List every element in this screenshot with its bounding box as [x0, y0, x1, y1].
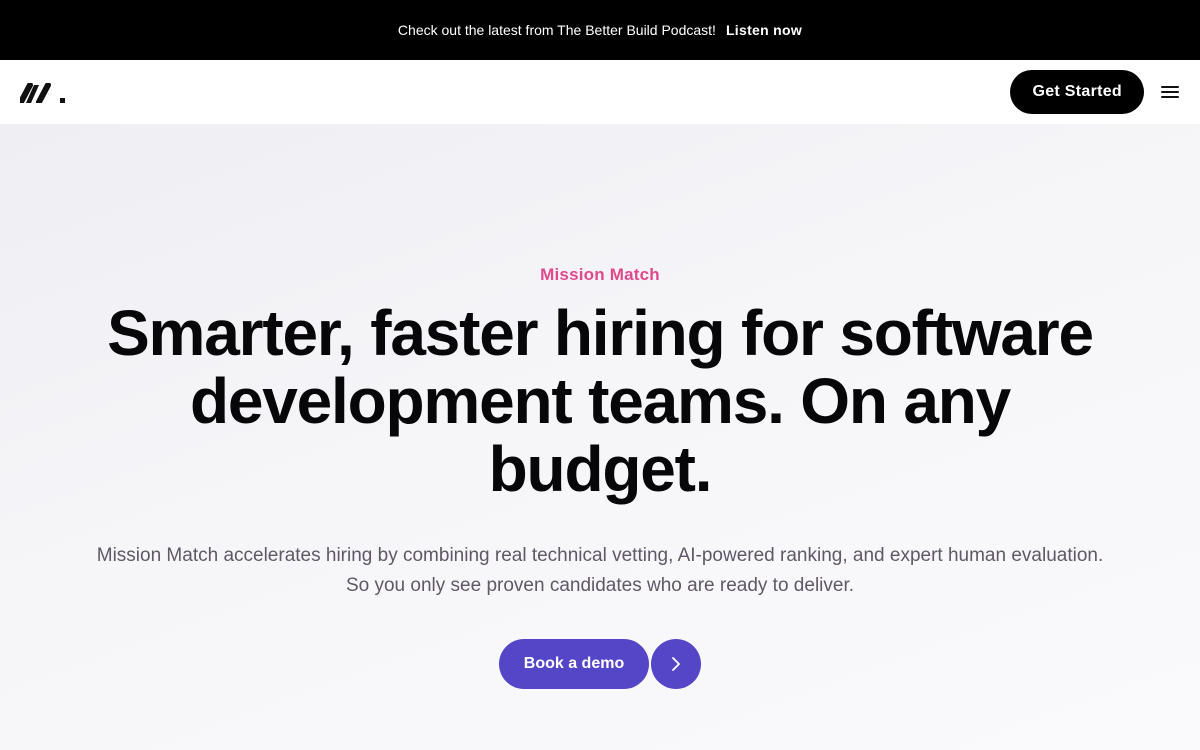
hero-eyebrow: Mission Match: [540, 265, 660, 284]
hamburger-menu-icon[interactable]: [1160, 84, 1180, 100]
listen-now-link[interactable]: Listen now: [726, 22, 802, 38]
book-demo-button[interactable]: Book a demo: [498, 639, 650, 689]
get-started-button[interactable]: Get Started: [1010, 70, 1144, 114]
slash-slash-dot-logo-icon: [20, 83, 65, 103]
hero-headline: Smarter, faster hiring for software deve…: [107, 297, 1094, 505]
hero-section: Mission Match Smarter, faster hiring for…: [0, 124, 1200, 750]
announcement-text: Check out the latest from The Better Bui…: [397, 22, 716, 38]
announcement-bar: Check out the latest from The Better Bui…: [0, 0, 1200, 60]
cta-group: Book a demo: [498, 639, 702, 689]
logo[interactable]: [20, 81, 68, 103]
demo-arrow-button[interactable]: [651, 639, 702, 689]
chevron-right-icon: [672, 657, 681, 671]
hero-subtext: Mission Match accelerates hiring by comb…: [96, 545, 1104, 596]
top-nav: Get Started: [0, 60, 1200, 124]
